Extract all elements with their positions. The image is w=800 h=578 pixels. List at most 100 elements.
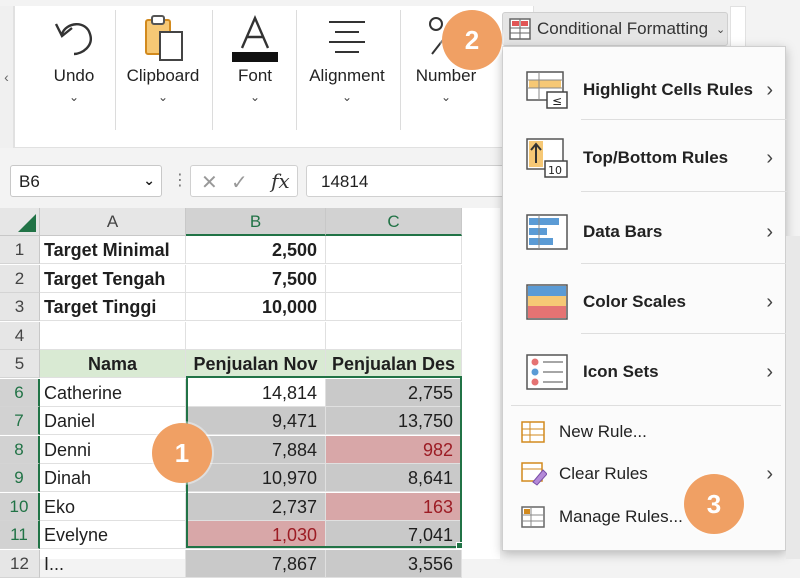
cell-empty[interactable]	[326, 236, 462, 264]
cell-sales-des[interactable]: 163	[326, 493, 462, 521]
row-header[interactable]: 6	[0, 379, 40, 407]
cell-sales-des[interactable]: 3,556	[326, 550, 462, 578]
cell-sales-des[interactable]: 8,641	[326, 464, 462, 492]
cell-sales-nov[interactable]: 2,737	[186, 493, 326, 521]
column-header-c[interactable]: C	[326, 208, 462, 236]
row-header[interactable]: 10	[0, 493, 40, 521]
formula-input[interactable]: 14814	[306, 165, 506, 197]
cell-empty[interactable]	[40, 322, 186, 350]
font-label: Font	[237, 66, 273, 85]
cell-target-value[interactable]: 7,500	[186, 265, 326, 293]
chevron-down-icon: ⌄	[249, 90, 261, 104]
cell-target-value[interactable]: 10,000	[186, 293, 326, 321]
manage-rules-icon	[521, 506, 545, 528]
conditional-formatting-button[interactable]: Conditional Formatting ⌄	[502, 12, 728, 46]
menu-divider	[581, 263, 787, 264]
menu-label: Icon Sets	[583, 362, 659, 381]
menu-label: New Rule...	[559, 422, 647, 441]
row-header[interactable]: 11	[0, 521, 40, 549]
row-header[interactable]: 7	[0, 407, 40, 435]
row-header[interactable]: 9	[0, 464, 40, 492]
menu-divider	[581, 333, 787, 334]
row-header[interactable]: 5	[0, 350, 40, 378]
formula-buttons: ✕ ✓ fx	[190, 165, 298, 197]
insert-function-icon[interactable]: fx	[271, 169, 290, 193]
more-options-icon[interactable]: ⋮	[172, 170, 188, 190]
cell-target-value[interactable]: 2,500	[186, 236, 326, 264]
step-badge-2: 2	[442, 10, 502, 70]
menu-item-color-scales[interactable]: Color Scales ›	[503, 277, 785, 327]
cell-sales-nov[interactable]: 14,814	[186, 379, 326, 407]
chevron-right-icon: ›	[766, 290, 773, 313]
cell-sales-nov[interactable]: 7,867	[186, 550, 326, 578]
chevron-down-icon: ⌄	[68, 90, 80, 104]
menu-item-data-bars[interactable]: Data Bars ›	[503, 207, 785, 257]
cell-target-label[interactable]: Target Minimal	[40, 236, 186, 264]
select-all-button[interactable]	[0, 208, 40, 236]
chevron-down-icon: ⌄	[157, 90, 169, 104]
ribbon-scroll-left-button[interactable]: ‹	[0, 6, 14, 148]
column-header-b[interactable]: B	[186, 208, 326, 236]
name-box[interactable]: B6 ⌄	[10, 165, 162, 197]
cell-name[interactable]: Catherine	[40, 379, 186, 407]
cell-empty[interactable]	[186, 322, 326, 350]
cell-sales-nov[interactable]: 1,030	[186, 521, 326, 549]
chevron-right-icon: ›	[766, 78, 773, 101]
cell-sales-des[interactable]: 2,755	[326, 379, 462, 407]
cancel-icon[interactable]: ✕	[201, 170, 218, 195]
cell-target-label[interactable]: Target Tinggi	[40, 293, 186, 321]
clipboard-button[interactable]: Clipboard ⌄	[120, 6, 206, 116]
menu-item-top-bottom-rules[interactable]: 10 Top/Bottom Rules ›	[503, 133, 785, 183]
cell-name[interactable]: Evelyne	[40, 521, 186, 549]
row-header[interactable]: 12	[0, 550, 40, 578]
menu-label: Data Bars	[583, 222, 663, 241]
cell-header-des[interactable]: Penjualan Des	[326, 350, 462, 378]
chevron-right-icon: ›	[766, 360, 773, 383]
vertical-scrollbar[interactable]	[786, 236, 800, 559]
row-header[interactable]: 1	[0, 236, 40, 264]
highlight-cells-icon: ≤	[526, 71, 568, 109]
svg-text:10: 10	[548, 164, 562, 177]
cell-header-nov[interactable]: Penjualan Nov	[186, 350, 326, 378]
cell-sales-des[interactable]: 982	[326, 436, 462, 464]
cell-empty[interactable]	[326, 322, 462, 350]
chevron-right-icon: ›	[766, 462, 773, 485]
data-bars-icon	[526, 214, 568, 250]
chevron-right-icon: ›	[766, 220, 773, 243]
cell-sales-des[interactable]: 7,041	[326, 521, 462, 549]
confirm-icon[interactable]: ✓	[231, 170, 248, 195]
ribbon-divider	[400, 10, 401, 130]
name-box-value: B6	[19, 172, 40, 191]
menu-divider	[581, 119, 787, 120]
row-header[interactable]: 4	[0, 322, 40, 350]
chevron-right-icon: ›	[766, 146, 773, 169]
chevron-down-icon: ⌄	[440, 90, 452, 104]
menu-item-highlight-cells-rules[interactable]: ≤ Highlight Cells Rules ›	[503, 65, 785, 115]
menu-item-new-rule[interactable]: New Rule...	[503, 415, 785, 449]
column-header-a[interactable]: A	[40, 208, 186, 236]
menu-item-clear-rules[interactable]: Clear Rules ›	[503, 455, 785, 493]
cell-sales-nov[interactable]: 9,471	[186, 407, 326, 435]
ribbon-divider	[212, 10, 213, 130]
alignment-button[interactable]: Alignment ⌄	[300, 6, 394, 116]
row-header[interactable]: 3	[0, 293, 40, 321]
undo-button[interactable]: Undo ⌄	[38, 6, 110, 116]
menu-label: Clear Rules	[559, 464, 648, 483]
chevron-down-icon: ⌄	[341, 90, 353, 104]
cell-sales-des[interactable]: 13,750	[326, 407, 462, 435]
row-header[interactable]: 8	[0, 436, 40, 464]
row-header[interactable]: 2	[0, 265, 40, 293]
fill-handle[interactable]	[456, 542, 463, 549]
cell-empty[interactable]	[326, 265, 462, 293]
cell-name[interactable]: I...	[40, 550, 186, 578]
conditional-formatting-label: Conditional Formatting	[537, 19, 709, 38]
cell-name[interactable]: Eko	[40, 493, 186, 521]
clipboard-label: Clipboard	[126, 66, 200, 85]
cell-header-name[interactable]: Nama	[40, 350, 186, 378]
menu-item-icon-sets[interactable]: Icon Sets ›	[503, 347, 785, 397]
cell-target-label[interactable]: Target Tengah	[40, 265, 186, 293]
cell-empty[interactable]	[326, 293, 462, 321]
undo-icon	[54, 23, 92, 56]
font-button[interactable]: Font ⌄	[218, 6, 292, 116]
chevron-down-icon[interactable]: ⌄	[143, 172, 155, 189]
